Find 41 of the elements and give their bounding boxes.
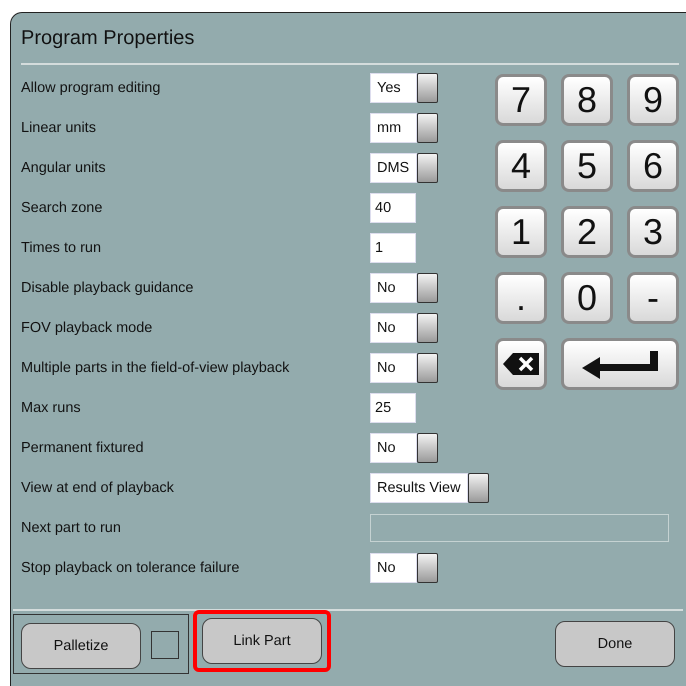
property-label: Search zone — [20, 200, 104, 216]
keypad-key[interactable]: . — [495, 272, 547, 324]
keypad-key[interactable]: 6 — [627, 140, 679, 192]
property-label: View at end of playback — [20, 480, 175, 496]
property-label: Max runs — [20, 400, 82, 416]
input-field[interactable]: 25 — [370, 392, 416, 423]
property-label: Times to run — [20, 240, 102, 256]
property-label: FOV playback mode — [20, 320, 154, 336]
keypad-key[interactable]: 8 — [561, 74, 613, 126]
keypad-key[interactable]: 5 — [561, 140, 613, 192]
input-field[interactable]: 40 — [370, 192, 416, 223]
keypad-key[interactable]: 9 — [627, 74, 679, 126]
input-field[interactable]: 1 — [370, 232, 416, 263]
keypad-key[interactable]: 2 — [561, 206, 613, 258]
property-label: Stop playback on tolerance failure — [20, 560, 240, 576]
toggle-value[interactable]: mm — [370, 112, 417, 143]
keypad-key[interactable]: 0 — [561, 272, 613, 324]
toggle-value[interactable]: Yes — [370, 72, 417, 103]
footer-button[interactable]: Link Part — [202, 618, 322, 664]
keypad-key[interactable]: - — [627, 272, 679, 324]
toggle-value[interactable]: No — [370, 352, 417, 383]
property-label: Next part to run — [20, 520, 122, 536]
keypad-key[interactable]: 4 — [495, 140, 547, 192]
toggle-value[interactable]: Results View — [370, 472, 468, 503]
keypad-key[interactable]: 3 — [627, 206, 679, 258]
toggle-value[interactable]: No — [370, 432, 417, 463]
toggle-value[interactable]: No — [370, 312, 417, 343]
property-label: Allow program editing — [20, 80, 162, 96]
property-label: Linear units — [20, 120, 97, 136]
property-label: Disable playback guidance — [20, 280, 194, 296]
toggle-value[interactable]: No — [370, 552, 417, 583]
property-label: Permanent fixtured — [20, 440, 145, 456]
toggle-value[interactable]: DMS — [370, 152, 417, 183]
keypad-key[interactable]: 1 — [495, 206, 547, 258]
toggle-value[interactable]: No — [370, 272, 417, 303]
window-title: Program Properties — [20, 26, 196, 51]
property-label: Angular units — [20, 160, 107, 176]
footer-button[interactable]: Done — [555, 620, 675, 667]
palletize-button[interactable]: Palletize — [21, 622, 141, 669]
keypad-key[interactable]: 7 — [495, 74, 547, 126]
property-label: Multiple parts in the field-of-view playback — [20, 360, 290, 376]
